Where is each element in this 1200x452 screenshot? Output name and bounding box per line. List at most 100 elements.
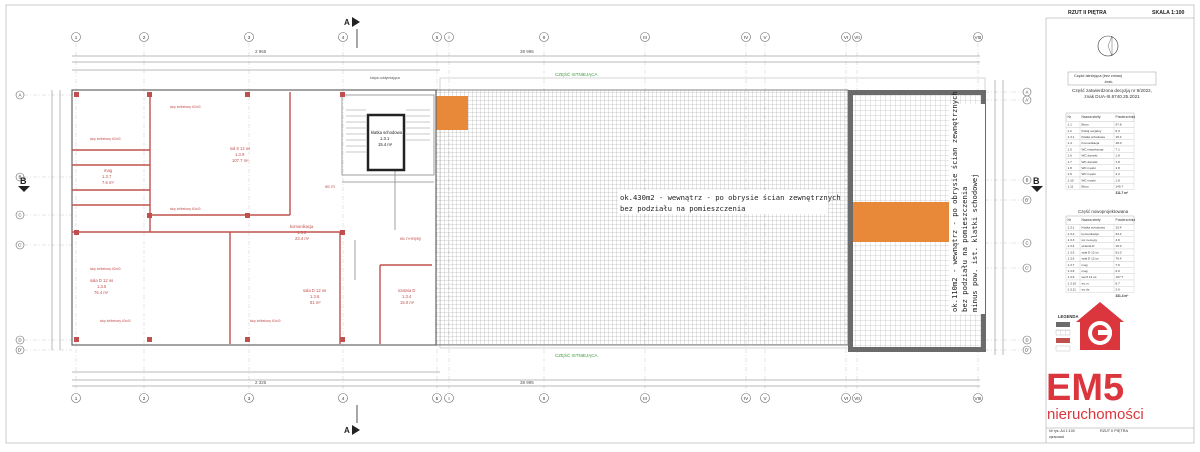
table-cell: 15.0 xyxy=(1116,244,1122,248)
row-bubble-right-B': B' xyxy=(1022,195,1032,205)
axis-label: 1 xyxy=(75,35,78,40)
table-cell: WC męski xyxy=(1082,178,1096,182)
row-bubble-left-C: C xyxy=(15,210,25,220)
legend-swatch-wall xyxy=(1056,322,1070,327)
section-marker-left: B xyxy=(18,176,30,192)
axis-bubble-III-top: III xyxy=(640,32,650,42)
table-cell: 1.3.8 xyxy=(1068,269,1075,273)
table-cell: 1.3.3 xyxy=(1068,238,1075,242)
axis-label: VIII xyxy=(975,396,982,401)
axis-label: III xyxy=(643,396,647,401)
table-cell: Komunikacja xyxy=(1082,141,1100,145)
table-cell: 7.1 xyxy=(1116,147,1121,151)
table-cell: WC męski xyxy=(1082,172,1096,176)
table-cell: Biuro xyxy=(1082,185,1090,189)
room-sala-d2: sala D 12 os xyxy=(90,278,113,283)
stair-no: 1.3.1 xyxy=(380,136,390,141)
stair-label: klatka schodowa xyxy=(371,130,403,135)
pillar-notes: słup żelbetowy 40x40 słup żelbetowy 40x4… xyxy=(90,105,281,323)
legend-existing-title: Część istniejąca (bez zmian) xyxy=(1074,74,1123,78)
row-bubble-left-C': C' xyxy=(15,240,25,250)
table-cell: WC męski xyxy=(1082,166,1096,170)
em5-watermark: EM5 nieruchomości xyxy=(1046,302,1144,423)
axis-label: 3 xyxy=(248,35,251,40)
svg-text:B: B xyxy=(1033,176,1040,186)
table-cell: 1.3.11 xyxy=(1068,288,1077,292)
table-cell: WC niepełnospr. xyxy=(1082,147,1105,151)
table-cell: 1.3.9 xyxy=(1068,275,1075,279)
legend-label: LEGENDA xyxy=(1058,314,1078,319)
table-cell: 4.9 xyxy=(1116,238,1121,242)
sheet-title: RZUT II PIĘTRA xyxy=(1068,10,1107,16)
axis-label: II xyxy=(543,35,546,40)
axis-bubble-2-bottom: 2 xyxy=(139,393,149,403)
table-cell: 1.3.1 xyxy=(1068,226,1075,230)
room-komunikacja: komunikacja xyxy=(290,224,314,229)
axis-bubble-1-top: 1 xyxy=(71,32,81,42)
row-label: C xyxy=(18,213,21,218)
axis-label: 2 xyxy=(143,396,146,401)
roof-label-top: CZĘŚĆ ISTNIEJĄCA xyxy=(555,70,598,77)
table-cell: 1.5 xyxy=(1068,147,1073,151)
brand-text: EM5 xyxy=(1046,367,1124,409)
footer-code: Nr rys. A4 1:100 xyxy=(1049,429,1075,433)
axis-bubble-IV-top: IV xyxy=(741,32,751,42)
row-bubble-right-A': A' xyxy=(1022,95,1032,105)
axis-bubble-4-bottom: 4 xyxy=(338,393,348,403)
row-label: D' xyxy=(18,348,22,353)
north-arrow-icon xyxy=(1097,35,1119,57)
table-cell: 76.4 xyxy=(1116,257,1122,261)
svg-text:słup żelbetowy 40x40: słup żelbetowy 40x40 xyxy=(170,207,201,211)
table-cell: 1.8 xyxy=(1116,166,1121,170)
section-marker-bottom: A xyxy=(344,405,360,435)
floor-plan-drawing: 1122334455IIIIIIIIIIIIIVIVVVVIVIVIIVIIVI… xyxy=(5,4,1195,444)
svg-text:słup żelbetowy 40x40: słup żelbetowy 40x40 xyxy=(100,319,131,323)
room-sala-d1: sala D 12 os xyxy=(303,288,326,293)
room-sala-top-area: 107.7 m² xyxy=(232,158,249,163)
table-cell: 1.3.6 xyxy=(1068,257,1075,261)
table-cell: 1.8 xyxy=(1116,160,1121,164)
dim-total-top: 38 995 xyxy=(520,49,534,54)
row-label: C xyxy=(1025,241,1028,246)
table-cell: mag xyxy=(1082,263,1088,267)
table-cell: 1.7 xyxy=(1068,160,1073,164)
table-cell: 15.4 xyxy=(1116,135,1122,139)
legend-swatch-empty xyxy=(1055,345,1071,352)
axis-bubble-3-bottom: 3 xyxy=(244,393,254,403)
axis-label: VIII xyxy=(975,35,982,40)
stair-well: klatka schodowa 1.3.1 15.4 m² xyxy=(346,109,430,172)
room-sala-d1-no: 1.3.6 xyxy=(310,294,320,299)
axis-bubble-VII-top: VII xyxy=(852,32,862,42)
row-label: B xyxy=(1026,178,1029,183)
row-bubble-right-D': D' xyxy=(1022,345,1032,355)
table-cell: 107.7 xyxy=(1116,275,1124,279)
legend-swatch-red xyxy=(1056,338,1070,343)
row-label: B' xyxy=(1025,198,1029,203)
room-mag: mag xyxy=(104,168,113,173)
sheet-scale: SKALA 1:100 xyxy=(1152,10,1184,16)
note-right-line1: ok.110m2 - wewnątrz - po obrysie ścian z… xyxy=(950,91,959,312)
legend-swatch-hatch xyxy=(1055,329,1071,336)
svg-text:A: A xyxy=(344,18,350,27)
room-szatnia-no: 1.3.4 xyxy=(402,294,412,299)
note-main-line2: bez podziału na pomieszczenia xyxy=(620,204,746,213)
axis-label: 3 xyxy=(248,396,251,401)
svg-text:słup żelbetowy 40x40: słup żelbetowy 40x40 xyxy=(250,319,281,323)
table-total: 311.7 m² xyxy=(1116,191,1129,195)
table-cell: komunikacja xyxy=(1082,232,1099,236)
table-cell: sal 6 12 os xyxy=(1082,275,1097,279)
table-cell: WC damski xyxy=(1082,160,1098,164)
table-cell: Klatka schodowa xyxy=(1082,135,1106,139)
table-cell: wc n+męsy xyxy=(1082,238,1098,242)
axis-bubble-V-top: V xyxy=(760,32,770,42)
hall-hatched-area xyxy=(435,89,849,346)
room-sala-top: sal 6 12 os xyxy=(230,146,250,151)
note-right-line3: minus pow. ist. klatki schodowej xyxy=(970,174,979,312)
stair-rail-note: klapa oddymiająca xyxy=(370,76,400,80)
svg-text:B: B xyxy=(20,176,27,186)
table-cell: 1.10 xyxy=(1068,178,1074,182)
table-cell: 145.7 xyxy=(1116,185,1124,189)
table-cell: 6.3 xyxy=(1116,129,1121,133)
axis-bubble-VIII-bottom: VIII xyxy=(973,393,983,403)
row-label: A' xyxy=(1025,98,1029,103)
